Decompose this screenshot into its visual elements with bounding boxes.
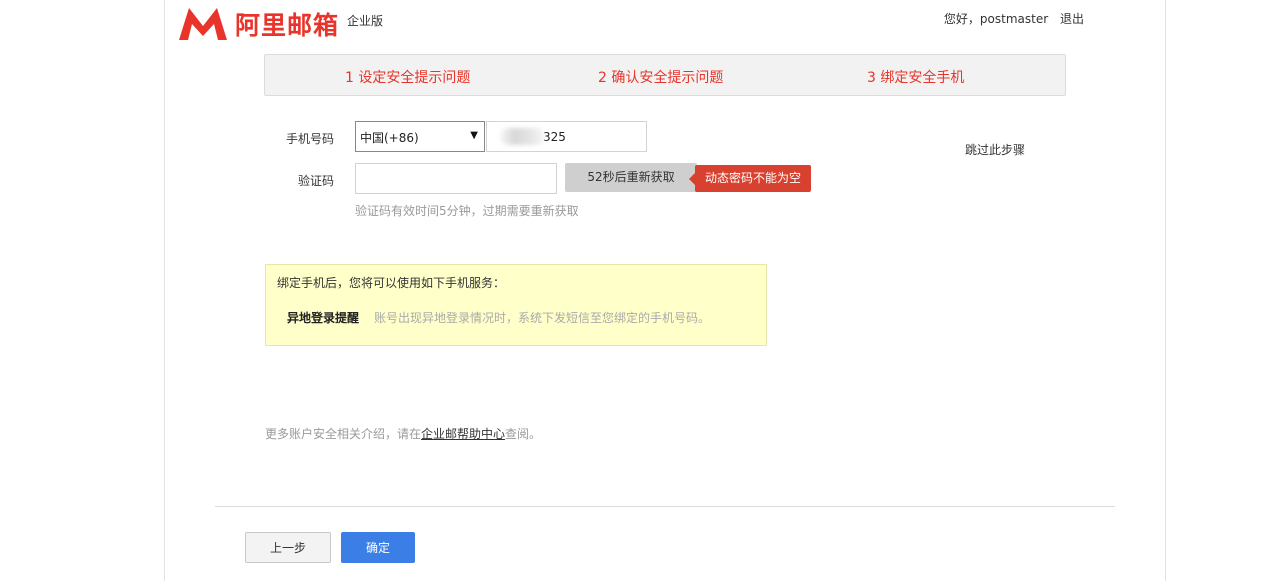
code-label: 验证码	[297, 174, 334, 188]
logout-link[interactable]: 退出	[1060, 12, 1084, 26]
caret-down-icon: ▼	[470, 130, 478, 141]
skip-step-link[interactable]: 跳过此步骤	[965, 141, 1025, 158]
phone-label: 手机号码	[285, 132, 334, 146]
resend-code-button[interactable]: 52秒后重新获取	[565, 163, 697, 192]
phone-mask-blur	[500, 128, 544, 145]
error-tooltip: 动态密码不能为空	[689, 165, 811, 192]
country-code-value: 中国(+86)	[360, 131, 419, 145]
step-1: 1 设定安全提示问题	[345, 70, 471, 86]
info-title: 绑定手机后，您将可以使用如下手机服务：	[277, 276, 506, 290]
logo-edition: 企业版	[347, 13, 384, 28]
logo-text: 阿里邮箱	[235, 11, 340, 40]
previous-step-button[interactable]: 上一步	[245, 532, 331, 563]
phone-value-suffix: 325	[543, 130, 566, 144]
confirm-button[interactable]: 确定	[341, 532, 415, 563]
service-info-box: 绑定手机后，您将可以使用如下手机服务： 异地登录提醒 账号出现异地登录情况时，系…	[265, 264, 767, 346]
service-desc: 账号出现异地登录情况时，系统下发短信至您绑定的手机号码。	[374, 311, 711, 325]
mail-logo-icon	[179, 8, 227, 40]
footer-note-suffix: 查阅。	[505, 427, 542, 441]
code-hint: 验证码有效时间5分钟，过期需要重新获取	[355, 204, 579, 218]
step-3: 3 绑定安全手机	[867, 70, 965, 86]
user-bar: 您好，postmaster 退出	[944, 10, 1084, 27]
country-code-select[interactable]: 中国(+86) ▼	[355, 121, 485, 152]
progress-steps: 1 设定安全提示问题 2 确认安全提示问题 3 绑定安全手机	[264, 54, 1066, 96]
help-center-link[interactable]: 企业邮帮助中心	[421, 427, 505, 441]
divider	[215, 506, 1115, 507]
step-2: 2 确认安全提示问题	[598, 70, 724, 86]
verification-code-input[interactable]	[355, 163, 557, 194]
greeting: 您好，postmaster	[943, 12, 1049, 26]
logo: 阿里邮箱 企业版	[177, 6, 383, 42]
footer-note-prefix: 更多账户安全相关介绍，请在	[265, 427, 422, 441]
service-name: 异地登录提醒	[287, 311, 360, 325]
footer-note: 更多账户安全相关介绍，请在企业邮帮助中心查阅。	[265, 425, 541, 442]
